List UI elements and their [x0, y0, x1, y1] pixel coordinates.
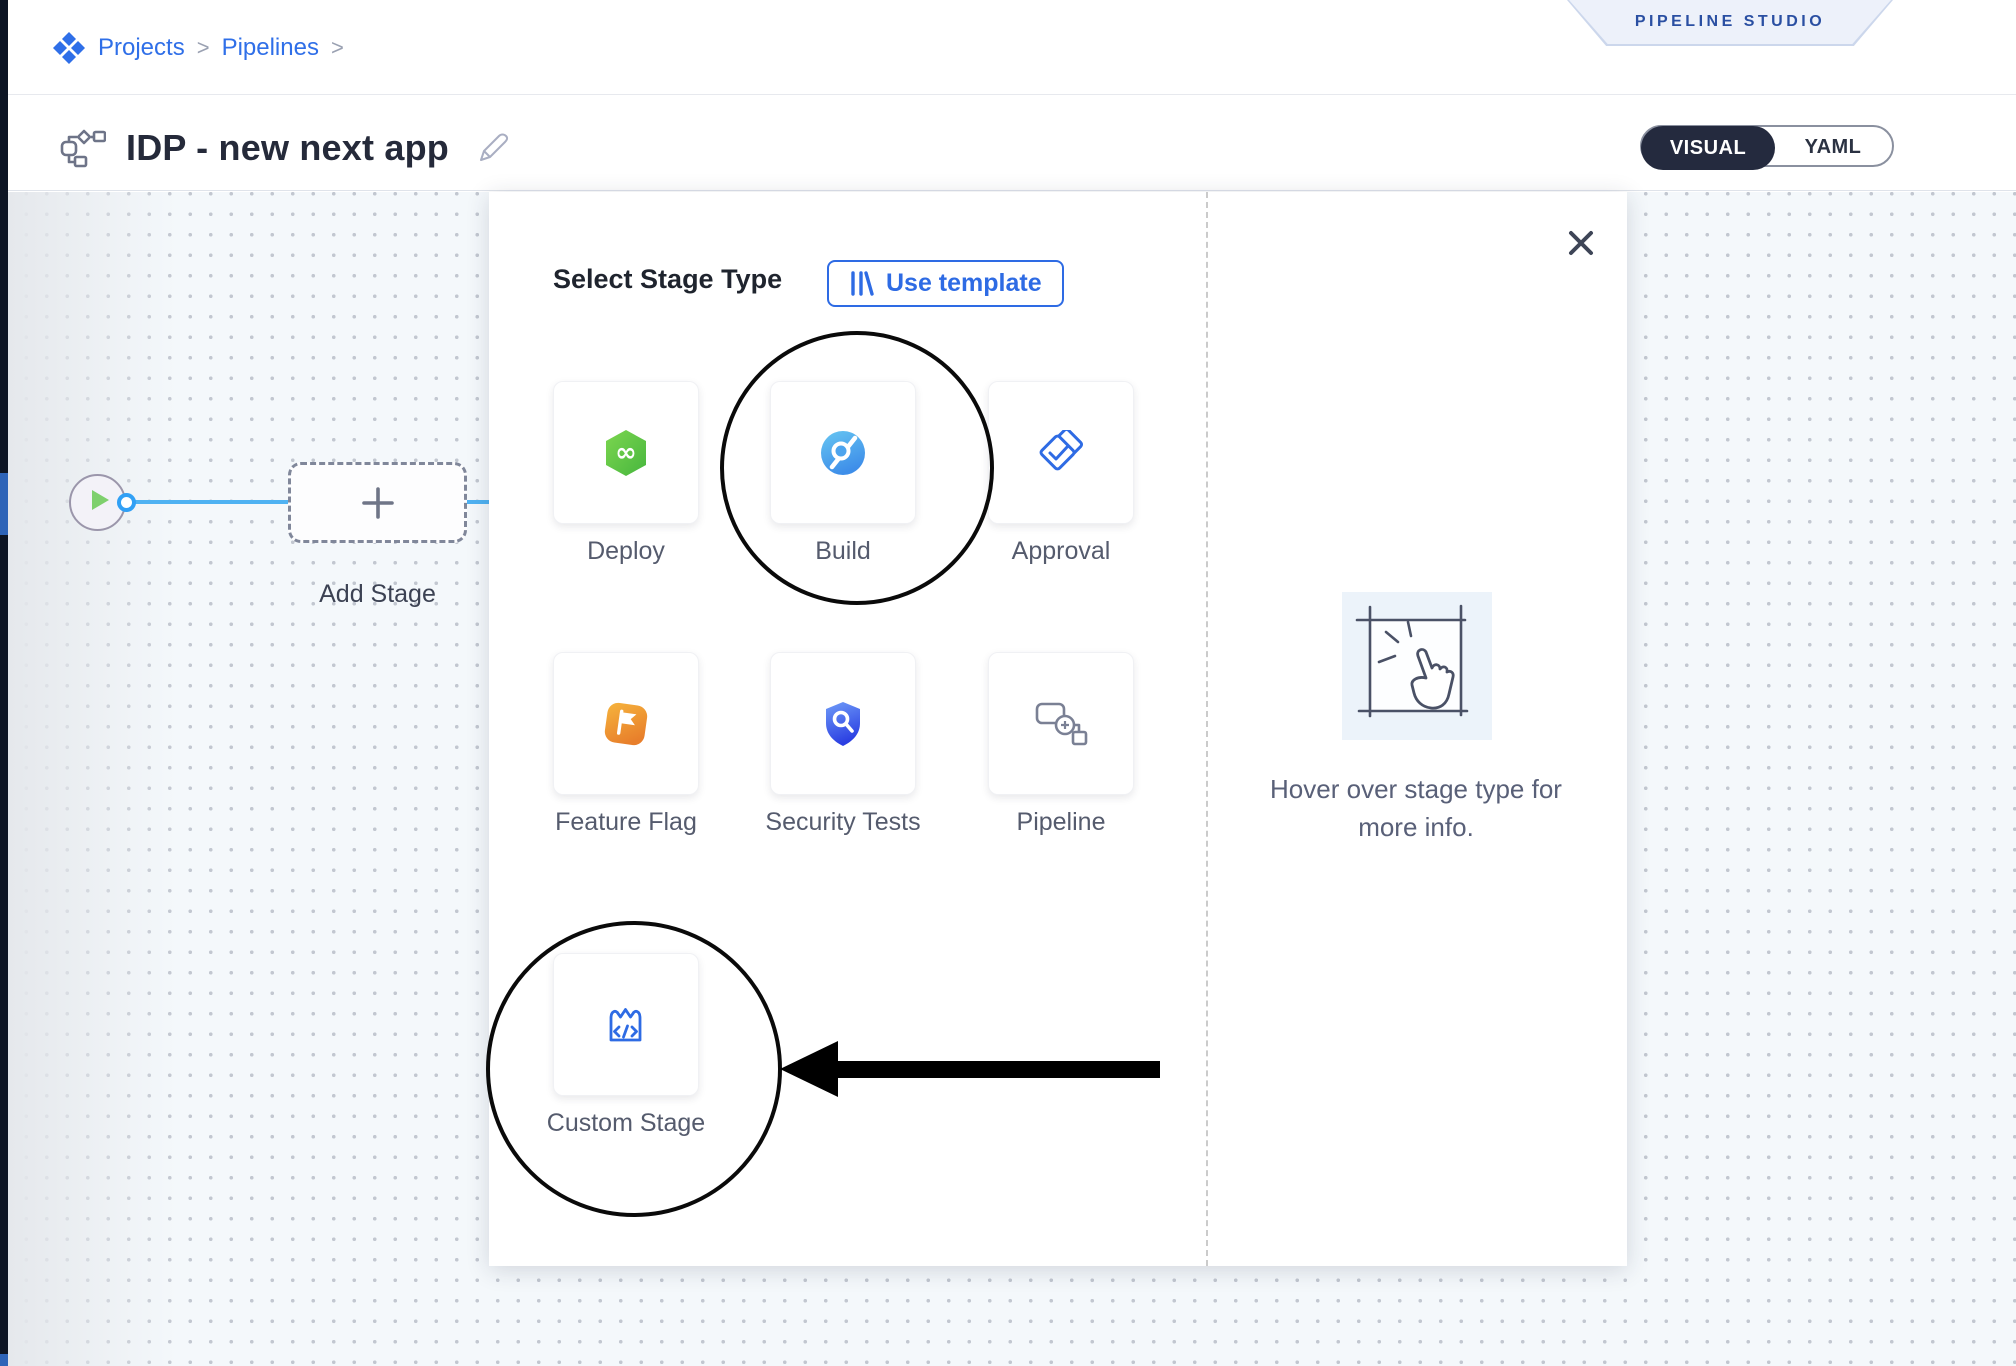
- add-stage-button[interactable]: [288, 462, 467, 543]
- breadcrumb-separator: >: [331, 35, 344, 61]
- annotation-arrow-head-icon: [780, 1041, 838, 1097]
- header: Projects > Pipelines > PIPELINE STUDIO: [0, 0, 2016, 192]
- annotation-arrow-shaft: [836, 1061, 1160, 1078]
- modal-title: Select Stage Type: [553, 264, 782, 295]
- pipeline-flowchart-icon: [60, 128, 106, 168]
- plus-icon: [360, 485, 396, 521]
- close-icon[interactable]: [1563, 225, 1599, 261]
- pipeline-studio-page: Projects > Pipelines > PIPELINE STUDIO: [0, 0, 2016, 1366]
- breadcrumb-separator: >: [197, 35, 210, 61]
- add-stage-label: Add Stage: [288, 580, 467, 609]
- security-shield-icon: [823, 701, 863, 747]
- pencil-icon[interactable]: [477, 132, 509, 164]
- panel-divider: [1206, 192, 1208, 1266]
- stage-card-pipeline[interactable]: [988, 652, 1134, 795]
- view-toggle: VISUAL YAML: [1640, 125, 1894, 167]
- use-template-button[interactable]: Use template: [827, 260, 1064, 307]
- page-title: IDP - new next app: [126, 127, 449, 169]
- stage-card-label: Pipeline: [971, 805, 1151, 839]
- toggle-yaml-button[interactable]: YAML: [1774, 127, 1892, 167]
- connector-port-icon[interactable]: [117, 493, 136, 512]
- rail-active-indicator: [0, 473, 8, 535]
- breadcrumb: Projects > Pipelines >: [52, 26, 344, 70]
- harness-logo-icon: [52, 31, 86, 65]
- annotation-circle-custom-stage: [486, 921, 782, 1217]
- deploy-cd-icon: ∞: [603, 429, 649, 477]
- approval-check-icon: [1036, 430, 1086, 476]
- stage-card-label: Security Tests: [753, 805, 933, 839]
- title-row: IDP - new next app: [60, 118, 509, 178]
- stage-card-security-tests[interactable]: [770, 652, 916, 795]
- stage-card-approval[interactable]: [988, 381, 1134, 524]
- breadcrumb-projects[interactable]: Projects: [98, 34, 185, 62]
- template-library-icon: [849, 270, 875, 297]
- toggle-visual-button[interactable]: VISUAL: [1641, 126, 1775, 170]
- breadcrumb-pipelines[interactable]: Pipelines: [222, 34, 319, 62]
- rail-bottom-indicator: [0, 1354, 8, 1366]
- use-template-label: Use template: [886, 269, 1042, 298]
- header-bottom-divider: [8, 190, 2016, 191]
- pipeline-studio-badge-label: PIPELINE STUDIO: [1569, 0, 1891, 44]
- left-nav-rail: [0, 0, 8, 1366]
- stage-card-deploy[interactable]: ∞: [553, 381, 699, 524]
- annotation-circle-build: [720, 331, 994, 605]
- canvas-left-shade: [8, 192, 178, 1366]
- pipeline-chain-icon: [1033, 699, 1089, 749]
- header-divider: [8, 94, 2016, 95]
- svg-text:∞: ∞: [615, 438, 637, 468]
- feature-flag-icon: [602, 700, 650, 748]
- hover-click-hand-icon: [1342, 592, 1492, 740]
- play-icon: [92, 490, 109, 510]
- info-hint-text: Hover over stage type for more info.: [1251, 770, 1581, 846]
- stage-card-label: Deploy: [536, 534, 716, 568]
- stage-card-feature-flag[interactable]: [553, 652, 699, 795]
- stage-card-label: Feature Flag: [536, 805, 716, 839]
- connector-line: [130, 500, 296, 504]
- pipeline-studio-badge: PIPELINE STUDIO: [1567, 0, 1893, 46]
- stage-card-label: Approval: [971, 534, 1151, 568]
- connector-line: [465, 500, 491, 504]
